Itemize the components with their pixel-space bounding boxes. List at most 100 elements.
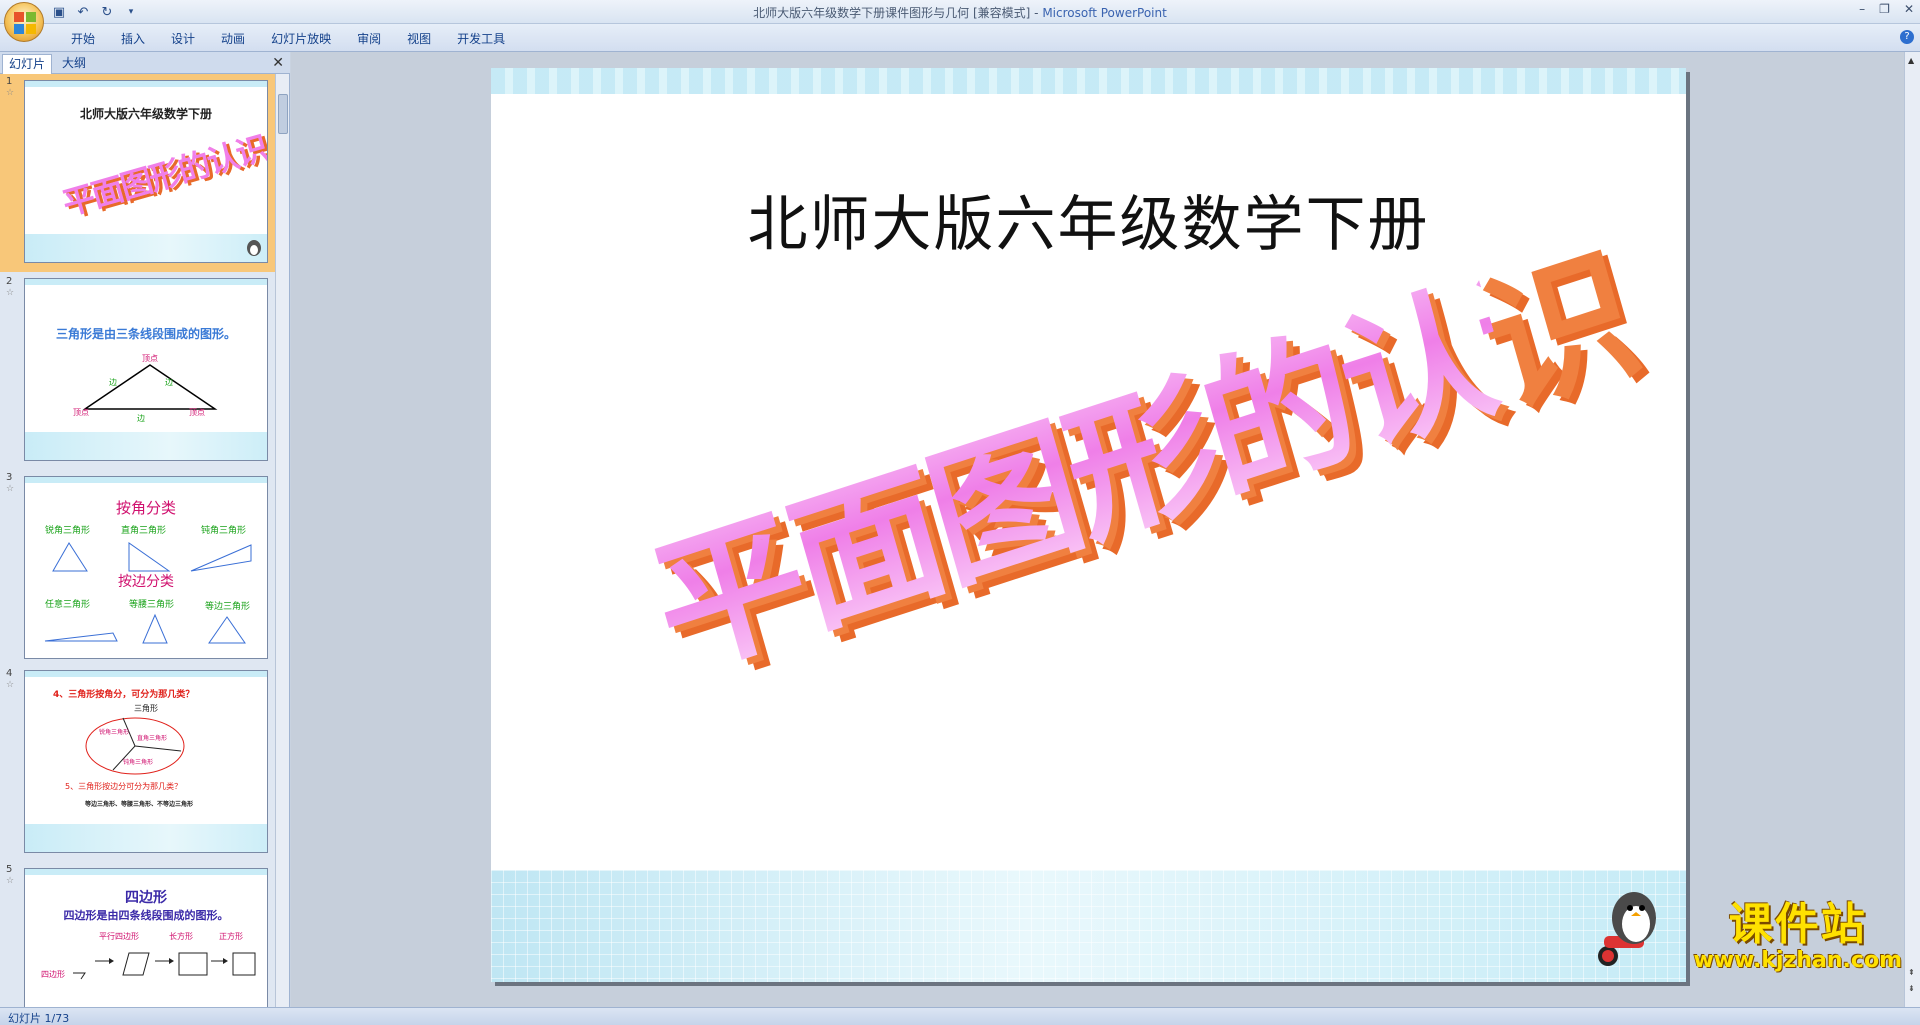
scroll-up-icon[interactable]: ▲ [1908,56,1914,65]
side-label-left: 边 [109,378,117,387]
thumb-top-band [25,81,267,87]
slide-thumbnail-2[interactable]: 三角形是由三条线段围成的图形。 顶点 顶点 顶点 边 边 边 [24,278,268,461]
ellipse-diagram [85,717,185,775]
thumbnail-scrollbar[interactable] [275,74,289,1007]
question-4: 4、三角形按角分，可分为那几类？ [53,690,195,700]
thumbnail-row-3[interactable]: 3 ☆ 按角分类 锐角三角形 直角三角形 钝角三角形 按边分类 任意三角形 等腰… [0,470,276,666]
thumbnail-row-1[interactable]: 1 ☆ 北师大版六年级数学下册 平面图形的认识 [0,74,276,272]
side-label-right: 边 [165,378,173,387]
wordart-face: 平面图形的认识 [627,222,1643,709]
side-label-bottom: 边 [137,414,145,423]
slide-thumbnail-4[interactable]: 4、三角形按角分，可分为那几类？ 三角形 锐角三角形 直角三角形 钝角三角形 5… [24,670,268,853]
vertex-label-top: 顶点 [142,354,158,363]
slide-thumbnail-5[interactable]: 四边形 四边形是由四条线段围成的图形。 平行四边形 长方形 正方形 四边形 [24,868,268,1007]
animation-star-icon: ☆ [6,288,15,298]
slide-number: 2 [6,276,13,287]
slide-number: 1 [6,76,13,87]
ribbon-tabs: 开始 插入 设计 动画 幻灯片放映 审阅 视图 开发工具 [58,30,518,48]
type-label: 钝角三角形 [201,526,247,536]
penguin-icon [247,240,261,256]
scrollbar-thumb[interactable] [278,94,288,134]
tab-design[interactable]: 设计 [158,30,208,48]
slide-counter: 幻灯片 1/73 [8,1012,70,1025]
animation-star-icon: ☆ [6,484,15,494]
slide-thumbnail-3[interactable]: 按角分类 锐角三角形 直角三角形 钝角三角形 按边分类 任意三角形 等腰三角形 … [24,476,268,659]
tab-view[interactable]: 视图 [394,30,444,48]
tab-review[interactable]: 审阅 [344,30,394,48]
minimize-icon[interactable]: – [1859,2,1865,16]
animation-star-icon: ☆ [6,88,15,98]
thumb-title: 北师大版六年级数学下册 [79,107,212,121]
office-logo-icon [14,12,36,34]
diagram-title: 三角形 [134,704,158,713]
office-button[interactable] [4,2,44,42]
thumbnail-row-5[interactable]: 5 ☆ 四边形 四边形是由四条线段围成的图形。 平行四边形 长方形 正方形 四边… [0,862,276,1007]
thumb-heading: 四边形 [125,890,167,906]
window-title: 北师大版六年级数学下册课件图形与几何 [兼容模式] - Microsoft Po… [0,4,1920,21]
status-bar: 幻灯片 1/73 [0,1007,1920,1025]
watermark-logo: 课件站 www.kjzhan.com [1693,888,1902,973]
tab-insert[interactable]: 插入 [108,30,158,48]
slide-editor: 北师大版六年级数学下册 平面图形的认识 平面图形的认识 平面图形的认识 ▲ ⇞ … [291,52,1920,1007]
slide-top-band [491,68,1686,94]
pane-tabs: 幻灯片 大纲 ✕ [0,52,290,74]
thumb-footer-band [25,234,267,262]
slides-pane: 幻灯片 大纲 ✕ 1 ☆ 北师大版六年级数学下册 平面图形的认识 2 ☆ 三角形… [0,52,290,1007]
slide-grid-pattern [491,870,1686,982]
vertex-label-right: 顶点 [189,408,205,417]
thumb-heading-angle: 按角分类 [115,499,176,517]
part-label: 钝角三角形 [123,759,154,766]
thumb-heading-side: 按边分类 [118,574,174,590]
thumbnail-row-4[interactable]: 4 ☆ 4、三角形按角分，可分为那几类？ 三角形 锐角三角形 直角三角形 钝角三… [0,666,276,862]
thumb-title: 三角形是由三条线段围成的图形。 [55,327,236,341]
animation-star-icon: ☆ [6,680,15,690]
type-label: 长方形 [169,932,193,941]
side-triangles [44,613,246,644]
tab-outline[interactable]: 大纲 [56,54,92,74]
type-label: 平行四边形 [99,932,139,941]
tab-slideshow[interactable]: 幻灯片放映 [258,30,344,48]
thumb-footer-band [25,824,267,852]
thumb-top-band [25,279,267,285]
part-label: 直角三角形 [137,735,168,742]
type-label: 正方形 [219,932,243,941]
next-slide-icon[interactable]: ⇟ [1908,984,1915,993]
answer-5: 等边三角形、等腰三角形、不等边三角形 [85,801,194,808]
wordart-title[interactable]: 平面图形的认识 平面图形的认识 平面图形的认识 [627,222,1657,817]
tab-developer[interactable]: 开发工具 [444,30,518,48]
tab-slides[interactable]: 幻灯片 [2,54,53,74]
type-label: 任意三角形 [45,600,91,610]
ribbon: 开始 插入 设计 动画 幻灯片放映 审阅 视图 开发工具 ? [0,24,1920,52]
tab-home[interactable]: 开始 [58,30,108,48]
slide-thumbnail-1[interactable]: 北师大版六年级数学下册 平面图形的认识 [24,80,268,263]
type-label: 等腰三角形 [129,600,175,610]
type-label: 直角三角形 [121,526,167,536]
part-label: 锐角三角形 [99,729,130,736]
thumb-top-band [25,477,267,483]
thumb-wordart: 平面图形的认识 [58,128,268,224]
animation-star-icon: ☆ [6,876,15,886]
thumb-footer-band [25,432,267,460]
close-icon[interactable]: ✕ [1904,2,1914,16]
tab-animation[interactable]: 动画 [208,30,258,48]
previous-slide-icon[interactable]: ⇞ [1908,968,1915,977]
window-controls: – ❐ ✕ [1859,2,1914,16]
quadrilateral-diagram [73,952,256,980]
penguin-scooter-icon [1598,892,1656,966]
thumbnail-row-2[interactable]: 2 ☆ 三角形是由三条线段围成的图形。 顶点 顶点 顶点 边 边 边 [0,274,276,470]
vertex-label-left: 顶点 [73,408,89,417]
watermark-text: 课件站 [1728,899,1867,950]
editor-scrollbar[interactable]: ▲ ⇞ ⇟ [1904,52,1920,1007]
slide-number: 5 [6,864,13,875]
current-slide[interactable]: 北师大版六年级数学下册 平面图形的认识 平面图形的认识 平面图形的认识 [491,68,1686,982]
document-title: 北师大版六年级数学下册课件图形与几何 [兼容模式] - [753,6,1043,20]
thumb-top-band [25,869,267,875]
type-label: 锐角三角形 [45,526,91,536]
restore-icon[interactable]: ❐ [1879,2,1890,16]
thumb-top-band [25,671,267,677]
slide-number: 3 [6,472,13,483]
help-icon[interactable]: ? [1900,30,1914,44]
close-pane-icon[interactable]: ✕ [272,55,284,71]
title-bar: ▣ ↶ ↻ ▾ 北师大版六年级数学下册课件图形与几何 [兼容模式] - Micr… [0,0,1920,24]
watermark-url: www.kjzhan.com [1693,948,1902,973]
